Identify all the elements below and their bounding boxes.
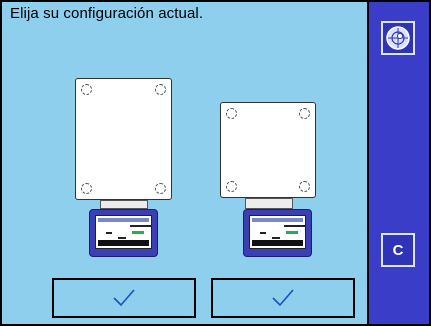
pan-foot (81, 84, 92, 95)
balance-terminal (243, 209, 312, 257)
select-small-pan-button[interactable] (211, 278, 355, 318)
c-button[interactable]: C (381, 233, 415, 267)
large-pan-configuration[interactable] (72, 78, 192, 258)
pan-foot (226, 108, 237, 119)
pan-foot (155, 84, 166, 95)
terminal-display (249, 215, 306, 249)
balance-terminal (89, 209, 158, 257)
pan-foot (81, 183, 92, 194)
checkmark-icon (113, 289, 135, 307)
small-pan-configuration[interactable] (217, 102, 337, 258)
balance-neck (100, 200, 148, 209)
level-target-icon (386, 26, 410, 50)
select-large-pan-button[interactable] (52, 278, 196, 318)
checkmark-icon (272, 289, 294, 307)
main-panel: Elija su configuración actual. (2, 2, 367, 324)
sidebar: C (369, 2, 429, 324)
large-weighing-pan (75, 78, 172, 200)
pan-foot (226, 181, 237, 192)
pan-foot (299, 108, 310, 119)
pan-foot (299, 181, 310, 192)
level-adjust-button[interactable] (381, 21, 415, 55)
terminal-screen: Elija su configuración actual. C (0, 0, 431, 326)
pan-foot (155, 183, 166, 194)
balance-neck (245, 198, 293, 209)
small-weighing-pan (220, 102, 316, 198)
page-title: Elija su configuración actual. (10, 5, 204, 22)
terminal-display (95, 215, 152, 249)
